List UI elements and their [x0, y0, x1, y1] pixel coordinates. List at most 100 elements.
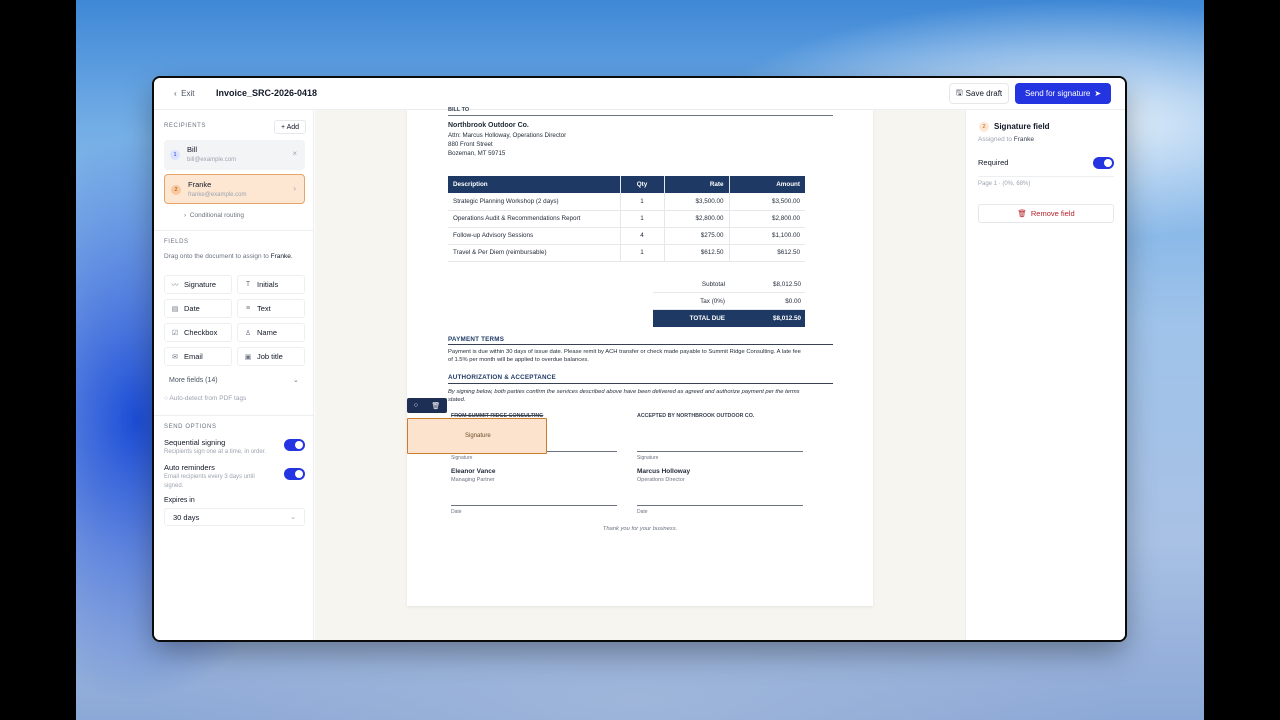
recipient-email: bill@example.com: [187, 157, 237, 163]
recipient-number-badge: 2: [979, 122, 989, 132]
required-toggle[interactable]: [1093, 157, 1114, 169]
recipient-franke[interactable]: 2 Franke franke@example.com ›: [164, 174, 305, 204]
divider: [978, 176, 1114, 177]
field-label: Date: [184, 304, 200, 313]
field-initials[interactable]: T Initials: [237, 275, 305, 294]
placed-signature-field[interactable]: Signature: [407, 418, 547, 454]
auto-reminders-toggle[interactable]: [284, 468, 305, 480]
field-checkbox[interactable]: ☑ Checkbox: [164, 323, 232, 342]
cell: $2,800.00: [663, 210, 729, 228]
document-title: Invoice_SRC-2026-0418: [216, 88, 318, 98]
conditional-routing-link[interactable]: › Conditional routing: [184, 212, 244, 219]
trash-icon: 🗑: [1017, 209, 1027, 218]
authorization-text: By signing below, both parties confirm t…: [448, 389, 800, 395]
save-draft-label: Save draft: [965, 89, 1003, 98]
trash-icon[interactable]: 🗑: [431, 402, 440, 410]
cell: Strategic Planning Workshop (2 days): [448, 193, 620, 211]
right-signer-name: Marcus Holloway: [637, 468, 691, 475]
col-qty: Qty: [619, 176, 664, 193]
right-signer-role: Operations Director: [637, 477, 685, 483]
remove-field-button[interactable]: 🗑 Remove field: [978, 204, 1114, 223]
cell: Travel & Per Diem (reimbursable): [448, 244, 620, 262]
cell: $3,500.00: [728, 193, 805, 211]
bill-to-heading: BILL TO: [448, 107, 470, 113]
payment-terms-text-2: of 1.5% per month will be applied to ove…: [448, 357, 589, 363]
recipient-email: franke@example.com: [188, 192, 247, 198]
tax-row: Tax (0%) $0.00: [653, 293, 805, 310]
field-email[interactable]: ✉ Email: [164, 347, 232, 366]
document-canvas: BILL TO Northbrook Outdoor Co. Attn: Mar…: [315, 107, 965, 640]
remove-field-label: Remove field: [1030, 209, 1075, 218]
placed-field-label: Signature: [465, 433, 491, 439]
cell: Operations Audit & Recommendations Repor…: [448, 210, 620, 228]
field-label: Text: [257, 304, 271, 313]
assigned-prefix: Assigned to: [978, 136, 1012, 143]
field-toolbar: ○ 🗑: [407, 398, 447, 413]
sequential-signing-toggle[interactable]: [284, 439, 305, 451]
accepted-party-label: ACCEPTED BY NORTHBROOK OUTDOOR CO.: [637, 413, 755, 419]
save-draft-button[interactable]: 🖫 Save draft: [949, 83, 1009, 104]
exit-button[interactable]: ‹ Exit: [174, 89, 194, 98]
required-label: Required: [978, 158, 1009, 167]
date-line-right: [637, 505, 803, 506]
subtotal-value: $8,012.50: [772, 281, 801, 288]
field-label: Name: [257, 328, 278, 337]
expires-label: Expires in: [164, 497, 195, 504]
date-caption-right: Date: [637, 509, 648, 515]
chevron-down-icon[interactable]: ⌄: [293, 376, 299, 384]
assigned-recipient: Franke: [1013, 136, 1035, 143]
document-page: BILL TO Northbrook Outdoor Co. Attn: Mar…: [407, 107, 873, 606]
expires-value: 30 days: [173, 512, 200, 522]
col-description: Description: [448, 176, 620, 193]
duplicate-icon[interactable]: ○: [414, 402, 418, 409]
field-date[interactable]: ▤ Date: [164, 299, 232, 318]
signature-icon: 〰: [171, 281, 179, 289]
recipient-bill[interactable]: 1 Bill bill@example.com ×: [164, 140, 305, 170]
more-fields-toggle[interactable]: More fields (14): [169, 377, 218, 384]
payment-terms-heading: PAYMENT TERMS: [448, 336, 505, 343]
expires-select[interactable]: 30 days ⌄: [164, 508, 305, 526]
thanks-note: Thank you for your business.: [602, 526, 678, 532]
client-city: Bozeman, MT 59715: [448, 150, 506, 157]
total-due-label: TOTAL DUE: [689, 315, 725, 322]
fields-hint: Drag onto the document to assign to Fran…: [164, 252, 299, 261]
divider: [154, 230, 314, 231]
briefcase-icon: ▣: [244, 353, 252, 361]
calendar-icon: ▤: [171, 305, 179, 313]
add-recipient-button[interactable]: + Add: [274, 120, 306, 134]
field-name[interactable]: ♙ Name: [237, 323, 305, 342]
send-label: Send for signature: [1024, 89, 1091, 98]
text-lines-icon: ≡: [245, 305, 251, 312]
cell: $612.50: [728, 244, 805, 262]
tax-label: Tax (0%): [700, 298, 725, 305]
user-icon: ♙: [244, 329, 252, 337]
divider: [154, 415, 314, 416]
send-for-signature-button[interactable]: Send for signature ➤: [1015, 83, 1111, 104]
authorization-text-2: stated.: [448, 397, 466, 403]
table-row: Follow-up Advisory Sessions 4 $275.00 $1,10…: [448, 227, 805, 245]
auto-detect-option[interactable]: ○ Auto-detect from PDF tags: [164, 395, 246, 402]
field-panel-title: Signature field: [994, 122, 1050, 131]
close-icon[interactable]: ×: [292, 149, 297, 158]
field-text[interactable]: ≡ Text: [237, 299, 305, 318]
circle-icon: ○: [164, 395, 168, 402]
total-due-value: $8,012.50: [772, 315, 801, 322]
field-job-title[interactable]: ▣ Job title: [237, 347, 305, 366]
cell: $3,500.00: [663, 193, 729, 211]
sequential-signing-label: Sequential signing: [164, 438, 226, 447]
signature-caption-right: Signature: [637, 455, 659, 461]
hint-recipient: Franke.: [270, 253, 293, 260]
fields-heading: FIELDS: [164, 239, 189, 245]
field-label: Signature: [184, 280, 217, 289]
total-due-row: TOTAL DUE $8,012.50: [653, 310, 805, 327]
sequential-signing-desc: Recipients sign one at a time, in order.: [164, 449, 267, 455]
auto-reminders-desc: Email recipients every 3 days until sign…: [164, 474, 255, 489]
cell: 4: [619, 227, 664, 245]
table-row: Travel & Per Diem (reimbursable) 1 $612.50…: [448, 244, 805, 262]
rule: [448, 383, 833, 384]
signature-line-right: [637, 451, 803, 452]
field-signature[interactable]: 〰 Signature: [164, 275, 232, 294]
top-bar: ‹ Exit Invoice_SRC-2026-0418 🖫 Save draft…: [154, 78, 1125, 110]
cell: $612.50: [663, 244, 729, 262]
field-label: Initials: [257, 280, 279, 289]
